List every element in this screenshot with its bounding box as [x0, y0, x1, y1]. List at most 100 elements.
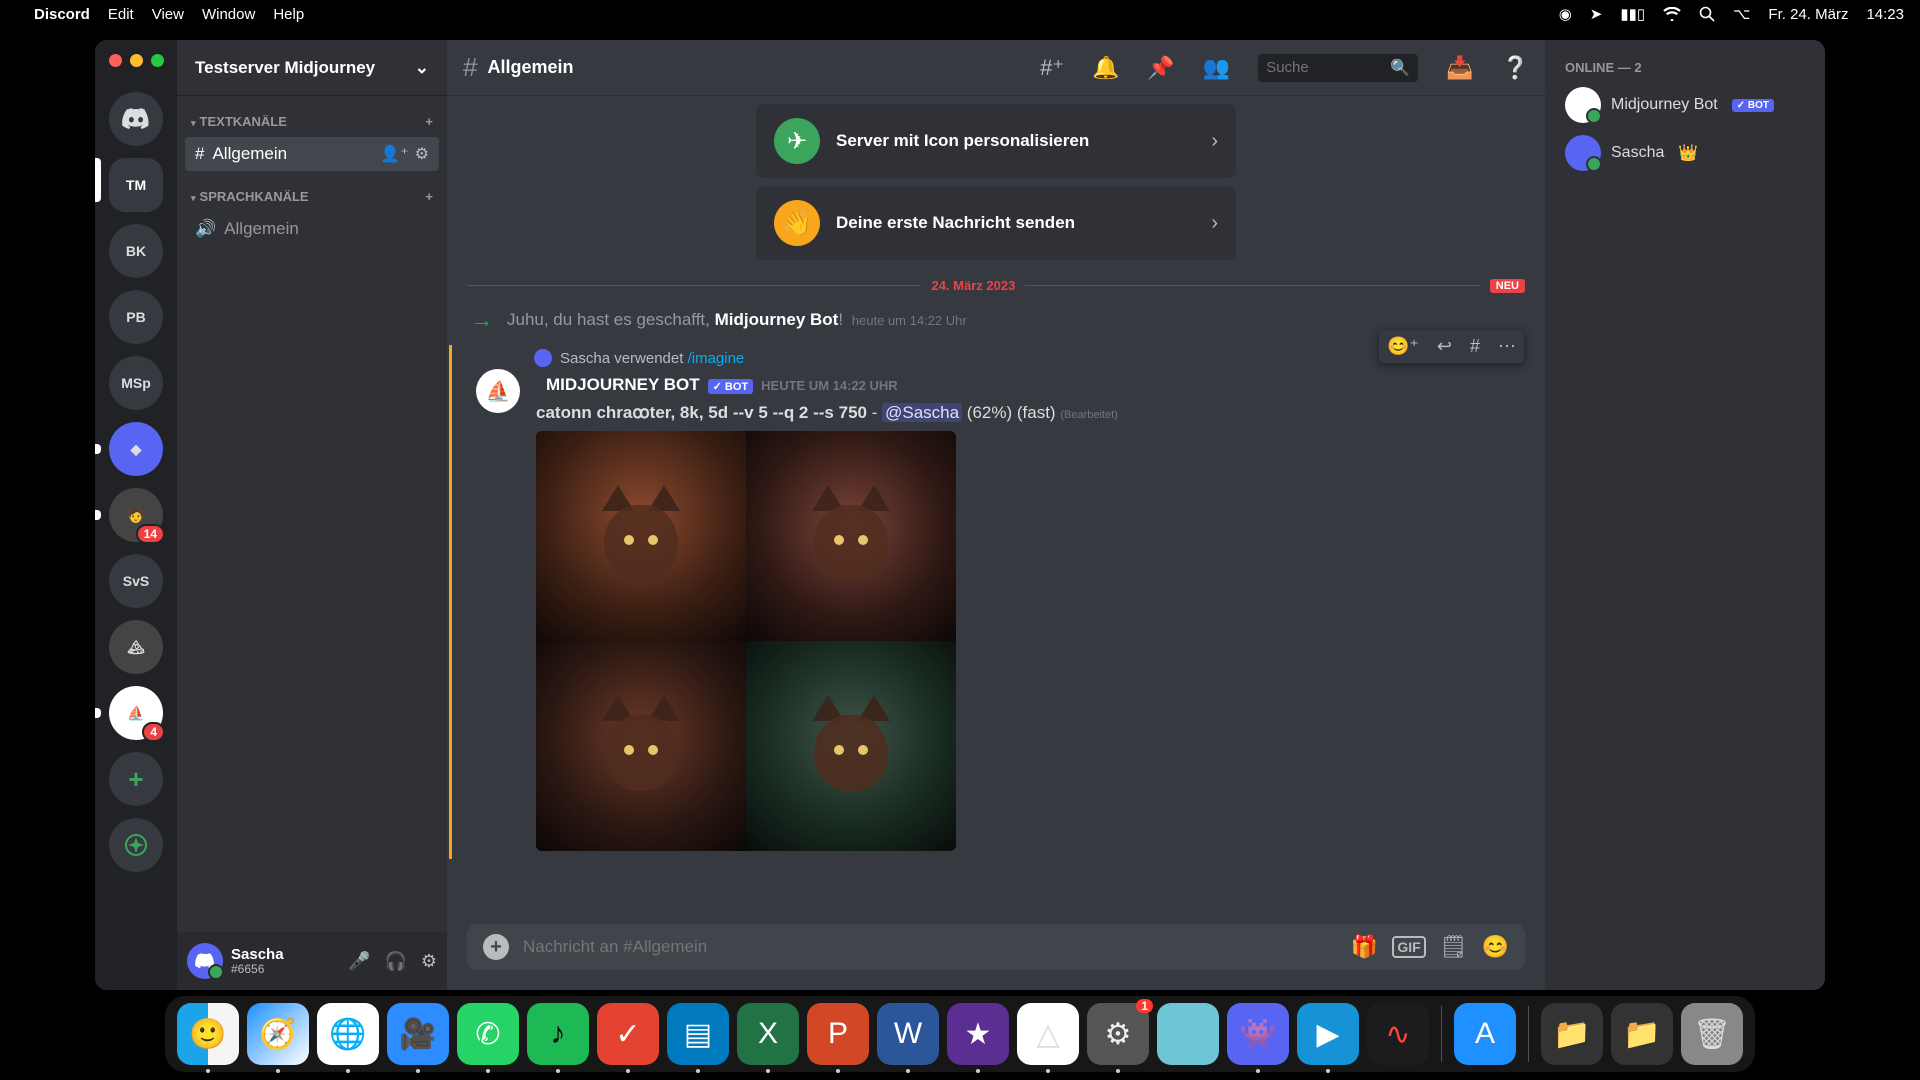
dock-finder[interactable]: 🙂	[177, 1003, 239, 1065]
home-button[interactable]	[109, 92, 163, 146]
voice-channels-header[interactable]: ▾Sprachkanäle +	[185, 181, 439, 212]
thread-icon[interactable]: #	[1466, 334, 1484, 359]
dock-excel[interactable]: X	[737, 1003, 799, 1065]
search-input[interactable]	[1266, 59, 1384, 76]
author-avatar[interactable]: ⛵	[476, 369, 520, 413]
inbox-icon[interactable]: 📥	[1446, 55, 1473, 81]
message-input[interactable]	[523, 937, 1337, 957]
maximize-window[interactable]	[151, 54, 164, 67]
add-channel-icon[interactable]: +	[425, 114, 433, 129]
date-divider: 24. März 2023 NEU	[467, 278, 1525, 293]
chevron-down-icon: ⌄	[415, 58, 429, 78]
screenrecord-icon[interactable]: ◉	[1559, 5, 1572, 23]
dock-safari[interactable]: 🧭	[247, 1003, 309, 1065]
dock-chrome[interactable]: 🌐	[317, 1003, 379, 1065]
server-svs[interactable]: SvS	[109, 554, 163, 608]
search-icon[interactable]	[1699, 6, 1715, 22]
chevron-right-icon: ›	[1211, 212, 1218, 235]
dock-quicktime[interactable]: ▶	[1297, 1003, 1359, 1065]
notifications-icon[interactable]: 🔔	[1092, 55, 1119, 81]
battery-icon[interactable]: ▮▮▯	[1620, 5, 1645, 23]
wifi-icon[interactable]	[1663, 7, 1681, 21]
menubar-time[interactable]: 14:23	[1866, 6, 1904, 23]
search-icon: 🔍	[1390, 58, 1410, 78]
server-9[interactable]: ⛵4	[109, 686, 163, 740]
chat-scroll[interactable]: ✈ Server mit Icon personalisieren › 👋 De…	[447, 96, 1545, 924]
channel-allgemein-text[interactable]: # Allgemein 👤⁺ ⚙	[185, 137, 439, 171]
member-midjourney[interactable]: Midjourney Bot ✓ BOT	[1555, 81, 1815, 129]
gif-icon[interactable]: GIF	[1392, 936, 1425, 958]
app-name[interactable]: Discord	[34, 6, 90, 23]
dock-zoom[interactable]: 🎥	[387, 1003, 449, 1065]
invite-icon[interactable]: 👤⁺	[380, 144, 408, 164]
minimize-window[interactable]	[130, 54, 143, 67]
dock-discord[interactable]: 👾	[1227, 1003, 1289, 1065]
attach-button[interactable]: +	[483, 934, 509, 960]
self-avatar[interactable]	[187, 943, 223, 979]
settings-icon[interactable]: ⚙	[415, 144, 429, 164]
owner-crown-icon: 👑	[1678, 143, 1698, 163]
more-icon[interactable]: ⋯	[1494, 334, 1520, 359]
explore-button[interactable]	[109, 818, 163, 872]
message-author[interactable]: Midjourney Bot	[546, 375, 700, 395]
dock-voicememos[interactable]: ∿	[1367, 1003, 1429, 1065]
dock-whatsapp[interactable]: ✆	[457, 1003, 519, 1065]
server-pb[interactable]: PB	[109, 290, 163, 344]
dock-imovie[interactable]: ★	[947, 1003, 1009, 1065]
server-5[interactable]: ◆	[109, 422, 163, 476]
dock-trello[interactable]: ▤	[667, 1003, 729, 1065]
dock-spotify[interactable]: ♪	[527, 1003, 589, 1065]
location-icon[interactable]: ➤	[1590, 5, 1603, 23]
mute-icon[interactable]: 🎤	[348, 951, 370, 972]
dock-appstore[interactable]: A	[1454, 1003, 1516, 1065]
server-bk[interactable]: BK	[109, 224, 163, 278]
add-reaction-icon[interactable]: 😊⁺	[1383, 334, 1423, 359]
add-server-button[interactable]: +	[109, 752, 163, 806]
menu-view[interactable]: View	[152, 6, 184, 23]
generated-image-grid[interactable]	[536, 431, 956, 851]
text-channels-header[interactable]: ▾Textkanäle +	[185, 106, 439, 137]
help-icon[interactable]: ❔	[1502, 55, 1529, 81]
dock-settings[interactable]: ⚙1	[1087, 1003, 1149, 1065]
control-center-icon[interactable]: ⌥	[1733, 5, 1750, 23]
dock-drive[interactable]: △	[1017, 1003, 1079, 1065]
server-header[interactable]: Testserver Midjourney ⌄	[177, 40, 447, 96]
server-6[interactable]: 🧑14	[109, 488, 163, 542]
server-msp[interactable]: MSp	[109, 356, 163, 410]
server-indicator	[95, 708, 101, 718]
menu-edit[interactable]: Edit	[108, 6, 134, 23]
slash-command[interactable]: /imagine	[688, 350, 745, 367]
emoji-icon[interactable]: 😊	[1482, 934, 1509, 960]
dock-app-circle[interactable]	[1157, 1003, 1219, 1065]
add-channel-icon[interactable]: +	[425, 189, 433, 204]
mention[interactable]: @Sascha	[882, 403, 962, 422]
gift-icon[interactable]: 🎁	[1351, 934, 1378, 960]
sticker-icon[interactable]: 🗒	[1440, 934, 1468, 960]
dock-separator	[1441, 1006, 1442, 1062]
onboarding-card-icon[interactable]: ✈ Server mit Icon personalisieren ›	[756, 104, 1236, 178]
deafen-icon[interactable]: 🎧	[384, 951, 406, 972]
menu-help[interactable]: Help	[273, 6, 304, 23]
dock-powerpoint[interactable]: P	[807, 1003, 869, 1065]
menu-window[interactable]: Window	[202, 6, 255, 23]
pinned-icon[interactable]: 📌	[1147, 55, 1174, 81]
dock-folder-1[interactable]: 📁	[1541, 1003, 1603, 1065]
menubar-date[interactable]: Fr. 24. März	[1768, 6, 1848, 23]
discord-window: TM BK PB MSp ◆ 🧑14 SvS 🏔 ⛵4 + Testserver…	[95, 40, 1825, 990]
server-tm[interactable]: TM	[109, 158, 163, 212]
member-sascha[interactable]: Sascha 👑	[1555, 129, 1815, 177]
members-icon[interactable]: 👥	[1203, 55, 1230, 81]
join-arrow-icon: →	[471, 307, 493, 333]
dock-trash[interactable]: 🗑	[1681, 1003, 1743, 1065]
server-8[interactable]: 🏔	[109, 620, 163, 674]
dock-todoist[interactable]: ✓	[597, 1003, 659, 1065]
reply-icon[interactable]: ↩	[1433, 334, 1456, 359]
close-window[interactable]	[109, 54, 122, 67]
dock-folder-2[interactable]: 📁	[1611, 1003, 1673, 1065]
threads-icon[interactable]: #⁺	[1040, 55, 1064, 81]
channel-allgemein-voice[interactable]: 🔊 Allgemein	[185, 212, 439, 246]
dock-word[interactable]: W	[877, 1003, 939, 1065]
onboarding-card-message[interactable]: 👋 Deine erste Nachricht senden ›	[756, 186, 1236, 260]
user-settings-icon[interactable]: ⚙	[421, 951, 437, 972]
search-box[interactable]: 🔍	[1258, 54, 1418, 82]
